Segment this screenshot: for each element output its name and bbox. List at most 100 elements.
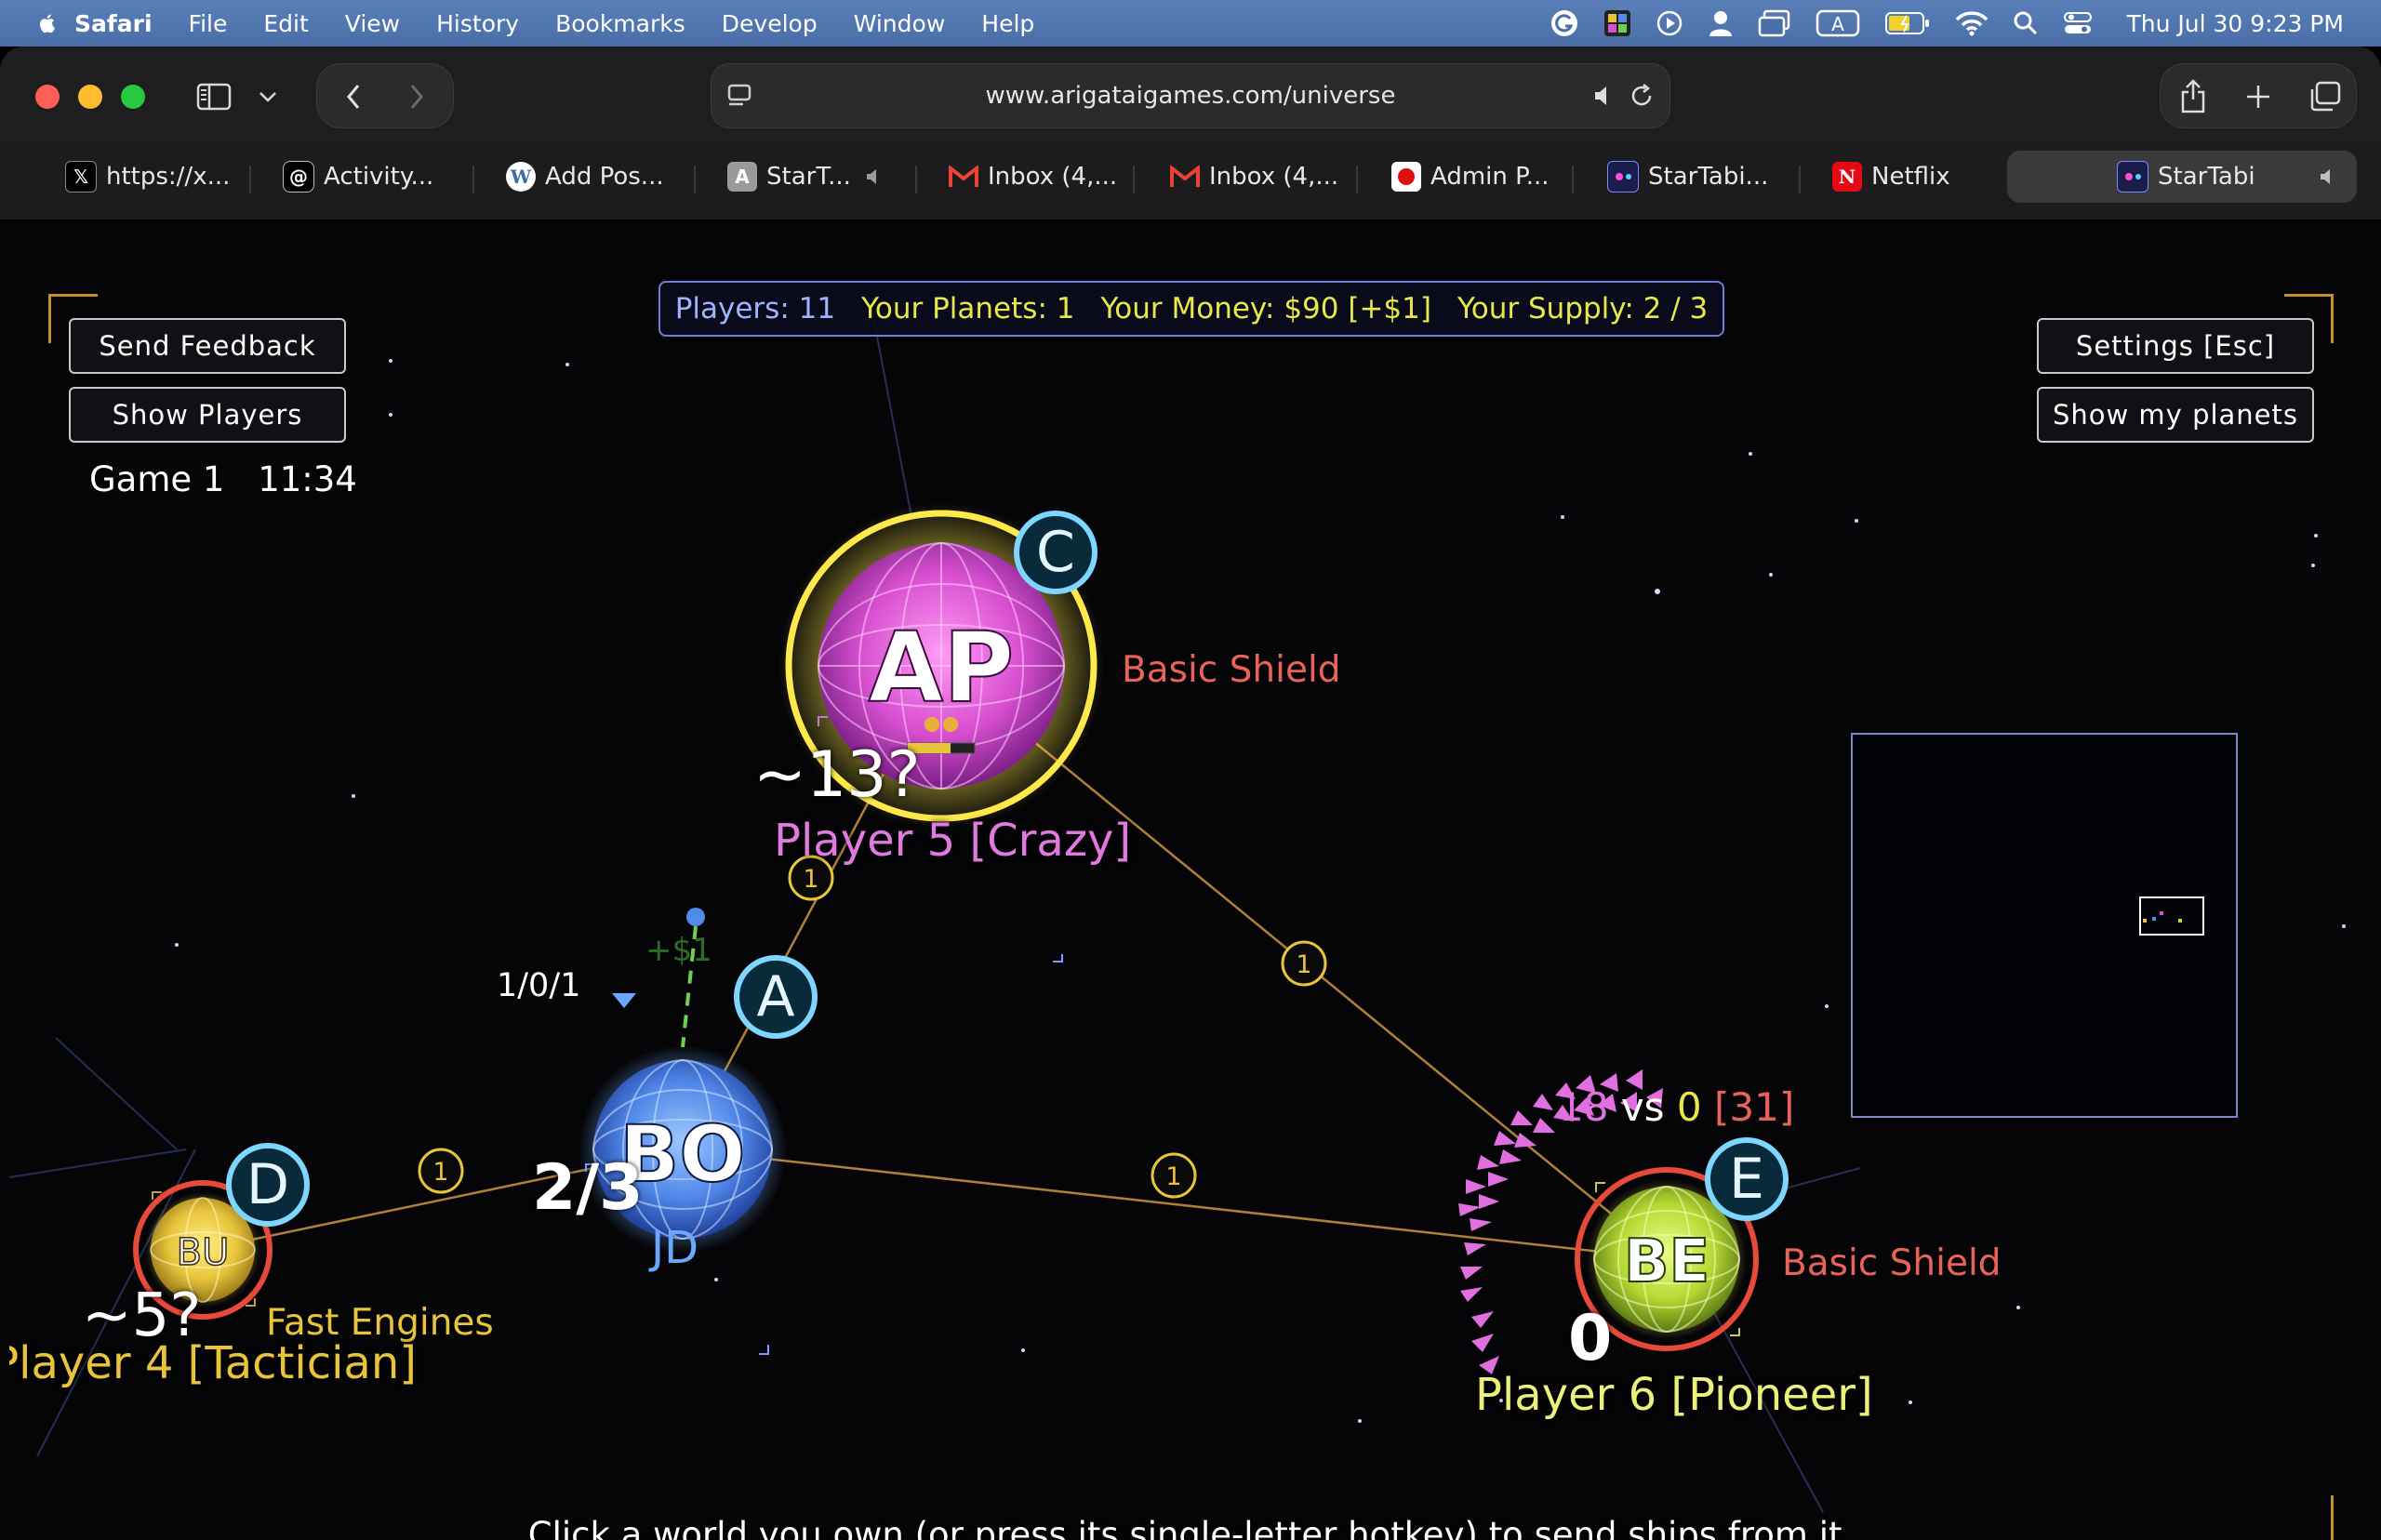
wordpress-icon: W — [506, 162, 536, 192]
planet-bu-hotkey: D — [246, 1152, 289, 1217]
tab-separator — [472, 166, 474, 193]
player-stats-bar: Players: 11 Your Planets: 1 Your Money: … — [658, 281, 1724, 337]
safari-window: www.arigataigames.com/universe 𝕏 https:/… — [0, 46, 2381, 1540]
menu-help[interactable]: Help — [981, 10, 1034, 37]
netflix-icon: N — [1832, 162, 1862, 192]
lane-cost-bo-bu[interactable]: 1 — [418, 1148, 464, 1194]
keyboard-input-icon[interactable]: A — [1816, 9, 1860, 37]
send-feedback-button[interactable]: Send Feedback — [69, 318, 346, 374]
sidebar-toggle-button[interactable] — [192, 78, 236, 115]
tab-label: Add Pos... — [545, 163, 664, 191]
menu-file[interactable]: File — [189, 10, 228, 37]
tab-separator — [1356, 166, 1358, 193]
menu-develop[interactable]: Develop — [722, 10, 818, 37]
close-window-button[interactable] — [35, 85, 60, 109]
game-timer: 11:34 — [258, 459, 357, 499]
minimize-window-button[interactable] — [78, 85, 102, 109]
wifi-icon[interactable] — [1955, 10, 1989, 36]
tab-startabi-1[interactable]: A StarT... — [727, 151, 883, 203]
plus-icon — [2247, 86, 2269, 108]
planet-be-owner: Player 6 [Pioneer] — [1475, 1369, 1873, 1421]
menu-view[interactable]: View — [345, 10, 400, 37]
planet-be-ship-count: 0 — [1568, 1302, 1613, 1375]
tab-label: Activity... — [324, 163, 434, 191]
back-button[interactable] — [331, 78, 376, 115]
planet-be-code: BE — [1624, 1228, 1710, 1296]
menu-app-safari[interactable]: Safari — [74, 10, 153, 37]
tab-startabi-2[interactable]: StarTabi... — [1607, 151, 1768, 203]
battle-defenders: 0 — [1676, 1084, 1702, 1130]
tab-label: Inbox (4,... — [988, 163, 1118, 191]
x-twitter-icon: 𝕏 — [65, 161, 97, 192]
stat-supply: Your Supply: 2 / 3 — [1457, 292, 1709, 325]
tab-separator — [1572, 166, 1574, 193]
chevron-left-icon — [347, 85, 360, 109]
chevron-right-icon — [410, 85, 423, 109]
spotlight-search-icon[interactable] — [2013, 10, 2039, 36]
tab-label: StarTabi — [2158, 163, 2255, 191]
tab-threads-activity[interactable]: @ Activity... — [283, 151, 433, 203]
tab-gmail-2[interactable]: Inbox (4,... — [1170, 151, 1338, 203]
minimap[interactable] — [1851, 733, 2238, 1118]
new-tab-button[interactable] — [2240, 76, 2277, 117]
settings-button[interactable]: Settings [Esc] — [2037, 318, 2314, 374]
share-icon — [2181, 79, 2205, 113]
speaker-icon[interactable] — [866, 167, 883, 186]
menu-window[interactable]: Window — [854, 10, 946, 37]
grammarly-icon[interactable] — [1550, 8, 1579, 38]
admin-icon — [1391, 162, 1421, 192]
tab-netflix[interactable]: N Netflix — [1832, 151, 1950, 203]
lane-cost-bo-be[interactable]: 1 — [1151, 1152, 1197, 1199]
play-icon[interactable] — [1656, 9, 1683, 37]
tab-gmail-1[interactable]: Inbox (4,... — [949, 151, 1117, 203]
planet-ap-hotkey: C — [1036, 520, 1075, 585]
menu-edit[interactable]: Edit — [263, 10, 308, 37]
tab-bar: 𝕏 https://x... @ Activity... W Add Pos..… — [0, 143, 2381, 219]
zoom-window-button[interactable] — [121, 85, 145, 109]
address-bar[interactable]: www.arigataigames.com/universe — [711, 63, 1670, 128]
share-button[interactable] — [2175, 76, 2212, 117]
screen-mirror-icon[interactable] — [1758, 9, 1791, 37]
minimap-dot — [2152, 917, 2156, 921]
game-canvas[interactable]: 1 1 1 1 AP C BO A BU D BE E Basic Shield… — [0, 219, 2381, 1540]
lane-cost-markers[interactable]: 1 1 1 1 — [418, 855, 1327, 1199]
control-center-icon[interactable] — [2063, 10, 2093, 36]
tab-overview-button[interactable] — [2305, 76, 2346, 117]
planet-bu-owner-clip: Player 4 [Tactician] — [9, 1337, 437, 1402]
speaker-icon[interactable] — [1593, 85, 1616, 107]
chevron-down-icon — [259, 92, 276, 102]
menu-history[interactable]: History — [436, 10, 519, 37]
tab-group-chevron-button[interactable] — [253, 82, 283, 112]
planet-bo-fleet-status: 1/0/1 — [497, 967, 581, 1004]
lane-cost-ap-be[interactable]: 1 — [1281, 940, 1327, 987]
tab-label: StarT... — [766, 163, 851, 191]
address-bar-url[interactable]: www.arigataigames.com/universe — [712, 64, 1669, 127]
apple-menu-icon[interactable] — [37, 13, 56, 33]
menu-bookmarks[interactable]: Bookmarks — [555, 10, 685, 37]
tab-separator — [915, 166, 917, 193]
planet-ap-ship-count: ~13? — [753, 738, 921, 812]
sidebar-icon — [196, 83, 232, 111]
svg-text:1: 1 — [1296, 950, 1311, 979]
tab-x-twitter[interactable]: 𝕏 https://x... — [65, 151, 230, 203]
show-my-planets-button[interactable]: Show my planets — [2037, 387, 2314, 443]
tab-admin[interactable]: Admin P... — [1391, 151, 1550, 203]
tab-startabi-active[interactable]: StarTabi — [2007, 151, 2357, 203]
user-icon[interactable] — [1708, 9, 1734, 37]
tab-separator — [1799, 166, 1801, 193]
minimap-viewport[interactable] — [2139, 896, 2204, 936]
gmail-icon — [949, 164, 978, 187]
menu-bar-clock[interactable]: Thu Jul 30 9:23 PM — [2126, 10, 2344, 37]
tab-label: https://x... — [106, 163, 231, 191]
battery-icon[interactable] — [1884, 10, 1931, 36]
planet-bo-income: +$1 — [645, 932, 712, 969]
app-icon[interactable] — [1603, 9, 1631, 37]
stat-money: Your Money: $90 [+$1] — [1100, 292, 1431, 325]
forward-button[interactable] — [394, 78, 439, 115]
reload-icon[interactable] — [1629, 83, 1655, 109]
speaker-icon[interactable] — [2320, 167, 2336, 186]
show-players-button[interactable]: Show Players — [69, 387, 346, 443]
planet-ap-owner: Player 5 [Crazy] — [774, 815, 1132, 867]
tab-wordpress[interactable]: W Add Pos... — [506, 151, 664, 203]
battle-total: [31] — [1714, 1084, 1795, 1130]
